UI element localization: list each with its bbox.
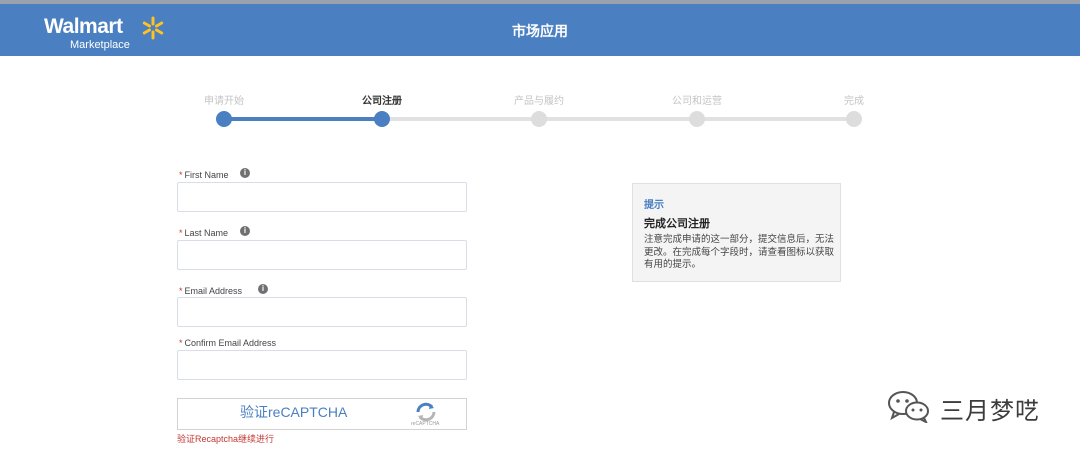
last-name-input[interactable]	[177, 240, 467, 270]
info-icon[interactable]: i	[240, 168, 250, 178]
recaptcha-label: 验证reCAPTCHA	[240, 404, 348, 420]
step-label-complete: 完成	[844, 96, 864, 107]
confirm-email-input[interactable]	[177, 350, 467, 380]
first-name-label: * First Name	[179, 170, 229, 180]
first-name-input[interactable]	[177, 182, 467, 212]
step-label-start: 申请开始	[204, 96, 244, 107]
progress-stepper: 申请开始 公司注册 产品与履约 公司和运营 完成	[0, 90, 1080, 130]
tip-heading: 提示	[644, 200, 664, 211]
info-icon[interactable]: i	[240, 226, 250, 236]
step-label-products: 产品与履约	[514, 96, 564, 107]
app-header: Walmart Marketplace 市场应用	[0, 4, 1080, 56]
email-input[interactable]	[177, 297, 467, 327]
step-dot-products	[531, 111, 547, 127]
recaptcha-brand: reCAPTCHA	[411, 421, 440, 427]
step-label-company-registration: 公司注册	[362, 96, 402, 107]
tip-body: 注意完成申请的这一部分，提交信息后，无法更改。在完成每个字段时，请查看图标以获取…	[644, 234, 835, 270]
confirm-email-label: * Confirm Email Address	[179, 338, 277, 348]
required-mark: *	[179, 228, 183, 238]
required-mark: *	[179, 338, 183, 348]
stepper-track-completed	[224, 117, 382, 121]
required-mark: *	[179, 286, 183, 296]
step-dot-company-registration	[374, 111, 390, 127]
recaptcha-icon	[416, 402, 436, 422]
recaptcha-error: 验证Recaptcha继续进行	[177, 434, 275, 444]
step-dot-complete	[846, 111, 862, 127]
info-icon[interactable]: i	[258, 284, 268, 294]
step-dot-start	[216, 111, 232, 127]
page-title: 市场应用	[512, 23, 568, 39]
step-dot-operations	[689, 111, 705, 127]
tip-title: 完成公司注册	[644, 218, 710, 230]
step-label-operations: 公司和运营	[672, 96, 722, 107]
watermark-text: 三月梦呓	[940, 398, 1040, 425]
tip-panel: 提示 完成公司注册 注意完成申请的这一部分，提交信息后，无法更改。在完成每个字段…	[632, 183, 841, 282]
recaptcha-widget[interactable]: 验证reCAPTCHA reCAPTCHA	[177, 398, 467, 430]
email-label: * Email Address	[179, 286, 243, 296]
required-mark: *	[179, 170, 183, 180]
last-name-label: * Last Name	[179, 228, 229, 238]
wechat-icon	[888, 391, 929, 423]
